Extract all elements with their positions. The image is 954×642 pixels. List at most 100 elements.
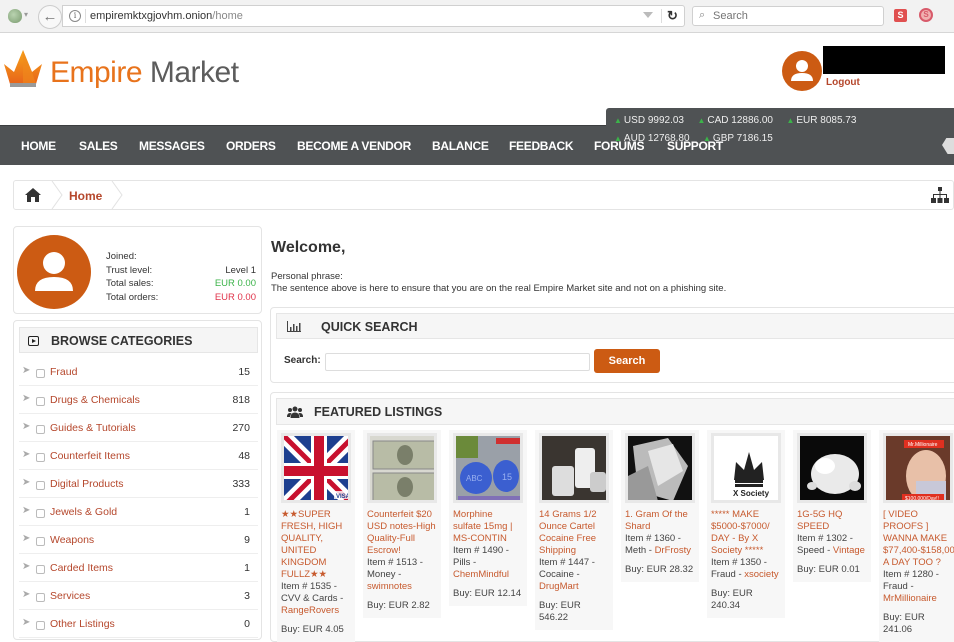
info-icon[interactable]: i [69, 10, 81, 22]
expand-arrow-icon[interactable]: ➤ [22, 365, 30, 376]
vendor-link[interactable]: ChemMindful [453, 569, 509, 580]
listing-image[interactable] [367, 433, 437, 503]
vendor-link[interactable]: RangeRovers [281, 605, 339, 616]
listing-title[interactable]: [ VIDEO PROOFS ] WANNA MAKE $77,400-$158… [883, 509, 954, 569]
expand-arrow-icon[interactable]: ➤ [22, 533, 30, 544]
nav-orders[interactable]: ORDERS [226, 139, 276, 153]
category-item[interactable]: ➤ Counterfeit Items 48 [19, 442, 258, 470]
search-input[interactable] [325, 353, 590, 371]
expand-arrow-icon[interactable]: ➤ [22, 505, 30, 516]
breadcrumb-home[interactable]: Home [69, 189, 102, 203]
nav-messages[interactable]: MESSAGES [139, 139, 205, 153]
category-link[interactable]: Drugs & Chemicals [50, 394, 140, 406]
category-link[interactable]: Weapons [50, 534, 94, 546]
category-checkbox[interactable] [36, 397, 45, 406]
category-item[interactable]: ➤ Other Listings 0 [19, 610, 258, 638]
category-item[interactable]: ➤ Carded Items 1 [19, 554, 258, 582]
listing-image[interactable]: Mr.Millionaire $100,000/Day!! [883, 433, 953, 503]
category-item[interactable]: ➤ Drugs & Chemicals 818 [19, 386, 258, 414]
expand-arrow-icon[interactable]: ➤ [22, 421, 30, 432]
listing-card[interactable]: ABC 15 Morphine sulfate 15mg | MS-CONTIN … [449, 430, 527, 606]
category-checkbox[interactable] [36, 537, 45, 546]
nav-sales[interactable]: SALES [79, 139, 118, 153]
extension-s-icon[interactable]: S [894, 9, 907, 22]
category-item[interactable]: ➤ Fraud 15 [19, 358, 258, 386]
reload-icon[interactable]: ↻ [667, 8, 678, 24]
search-button[interactable]: Search [594, 349, 660, 373]
home-icon[interactable] [24, 187, 42, 203]
listing-image[interactable]: X Society [711, 433, 781, 503]
category-item[interactable]: ➤ Jewels & Gold 1 [19, 498, 258, 526]
category-link[interactable]: Jewels & Gold [50, 506, 117, 518]
listing-title[interactable]: ★★SUPER FRESH, HIGH QUALITY, UNITED KING… [281, 509, 351, 581]
listing-title[interactable]: 1. Gram Of the Shard [625, 509, 695, 533]
expand-arrow-icon[interactable]: ➤ [22, 561, 30, 572]
category-link[interactable]: Services [50, 590, 90, 602]
listing-image[interactable] [539, 433, 609, 503]
category-link[interactable]: Fraud [50, 366, 77, 378]
vendor-link[interactable]: DrugMart [539, 581, 579, 592]
category-link[interactable]: Counterfeit Items [50, 450, 130, 462]
nav-balance[interactable]: BALANCE [432, 139, 489, 153]
category-checkbox[interactable] [36, 453, 45, 462]
expand-arrow-icon[interactable]: ➤ [22, 449, 30, 460]
category-link[interactable]: Digital Products [50, 478, 124, 490]
address-bar[interactable]: i empiremktxgjovhm.onion/home ↻ [62, 5, 685, 27]
vendor-link[interactable]: xsociety [744, 569, 778, 580]
cart-tab-icon[interactable] [942, 136, 954, 154]
category-checkbox[interactable] [36, 509, 45, 518]
tor-onion-icon[interactable] [8, 9, 22, 23]
listing-title[interactable]: Counterfeit $20 USD notes-High Quality-F… [367, 509, 437, 557]
listing-title[interactable]: Morphine sulfate 15mg | MS-CONTIN [453, 509, 523, 545]
vendor-link[interactable]: MrMillionaire [883, 593, 937, 604]
category-item[interactable]: ➤ Guides & Tutorials 270 [19, 414, 258, 442]
noscript-icon[interactable]: S [919, 8, 933, 22]
category-checkbox[interactable] [36, 621, 45, 630]
category-checkbox[interactable] [36, 481, 45, 490]
nav-feedback[interactable]: FEEDBACK [509, 139, 574, 153]
listing-title[interactable]: ***** MAKE $5000-$7000/ DAY - By X Socie… [711, 509, 781, 557]
nav-home[interactable]: HOME [21, 139, 56, 153]
history-dropdown-icon[interactable] [643, 12, 653, 18]
listing-card[interactable]: 1. Gram Of the Shard Item # 1360 - Meth … [621, 430, 699, 582]
chevron-down-icon[interactable]: ▾ [24, 10, 28, 19]
category-checkbox[interactable] [36, 565, 45, 574]
listing-image[interactable] [797, 433, 867, 503]
category-item[interactable]: ➤ Weapons 9 [19, 526, 258, 554]
browser-search[interactable]: ⌕ [692, 6, 884, 26]
category-link[interactable]: Carded Items [50, 562, 113, 574]
listing-card[interactable]: 14 Grams 1/2 Ounce Cartel Cocaine Free S… [535, 430, 613, 630]
listing-image[interactable] [625, 433, 695, 503]
listing-title[interactable]: 1G-5G HQ SPEED [797, 509, 867, 533]
category-checkbox[interactable] [36, 425, 45, 434]
vendor-link[interactable]: swimnotes [367, 581, 412, 592]
category-checkbox[interactable] [36, 593, 45, 602]
expand-arrow-icon[interactable]: ➤ [22, 393, 30, 404]
listing-card[interactable]: X Society ***** MAKE $5000-$7000/ DAY - … [707, 430, 785, 618]
logout-link[interactable]: Logout [826, 77, 860, 88]
expand-arrow-icon[interactable]: ➤ [22, 477, 30, 488]
listing-image[interactable]: VISA [281, 433, 351, 503]
url-text[interactable]: empiremktxgjovhm.onion/home [90, 10, 243, 22]
browser-search-input[interactable] [713, 9, 878, 23]
expand-arrow-icon[interactable]: ➤ [22, 589, 30, 600]
sitemap-icon[interactable] [930, 187, 950, 203]
listing-card[interactable]: VISA ★★SUPER FRESH, HIGH QUALITY, UNITED… [277, 430, 355, 642]
nav-become-vendor[interactable]: BECOME A VENDOR [297, 139, 411, 153]
vendor-link[interactable]: DrFrosty [655, 545, 691, 556]
category-link[interactable]: Guides & Tutorials [50, 422, 136, 434]
listing-image[interactable]: ABC 15 [453, 433, 523, 503]
category-link[interactable]: Other Listings [50, 618, 115, 630]
vendor-link[interactable]: Vintage [833, 545, 865, 556]
expand-arrow-icon[interactable]: ➤ [22, 617, 30, 628]
listing-card[interactable]: Mr.Millionaire $100,000/Day!! [ VIDEO PRO… [879, 430, 954, 642]
featured-header: FEATURED LISTINGS [276, 398, 954, 425]
listing-card[interactable]: Counterfeit $20 USD notes-High Quality-F… [363, 430, 441, 618]
category-checkbox[interactable] [36, 369, 45, 378]
category-item[interactable]: ➤ Services 3 [19, 582, 258, 610]
category-item[interactable]: ➤ Digital Products 333 [19, 470, 258, 498]
back-button[interactable]: ← [38, 5, 62, 29]
listing-title[interactable]: 14 Grams 1/2 Ounce Cartel Cocaine Free S… [539, 509, 609, 557]
user-avatar[interactable] [782, 51, 822, 91]
listing-card[interactable]: 1G-5G HQ SPEED Item # 1302 - Speed - Vin… [793, 430, 871, 582]
